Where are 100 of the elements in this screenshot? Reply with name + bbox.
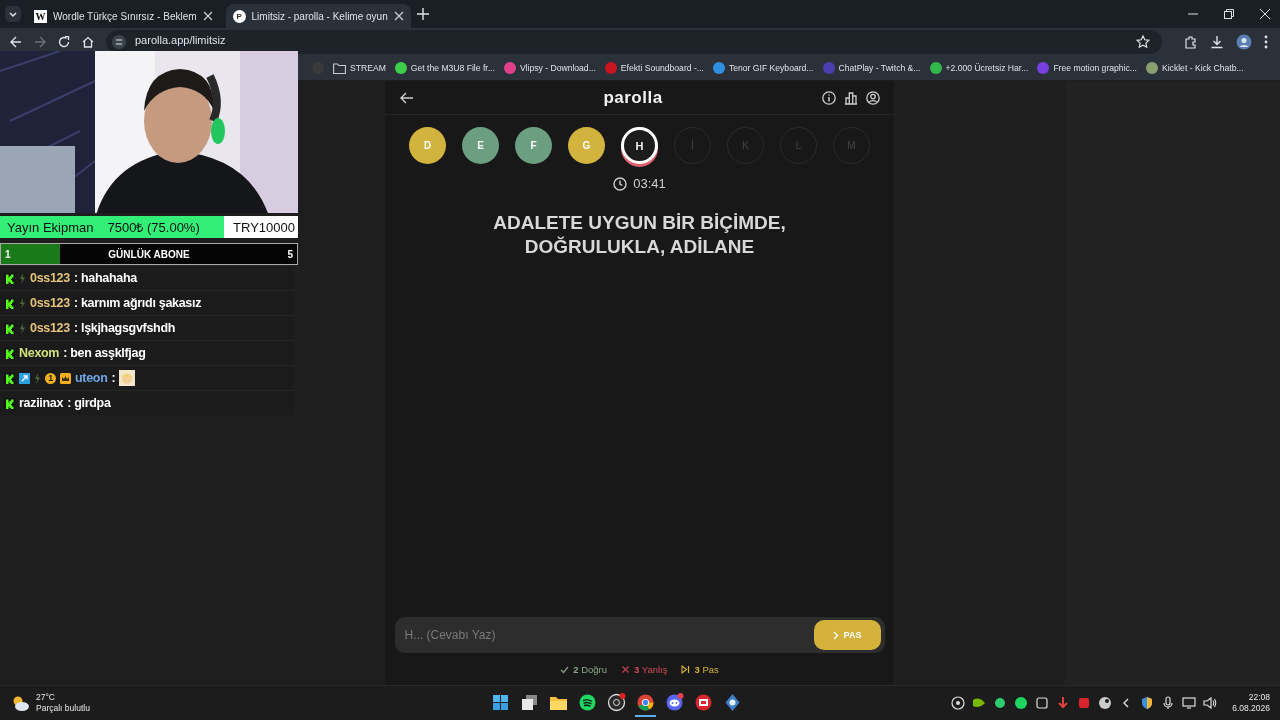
kick-badge-icon (4, 322, 15, 334)
bookmark[interactable]: Efekti Soundboard -... (604, 62, 704, 74)
bookmark-icon[interactable] (1145, 62, 1158, 74)
record-icon[interactable] (951, 696, 966, 710)
folder-icon[interactable] (333, 62, 346, 74)
chat-text: : (111, 371, 116, 385)
chevron-icon (832, 630, 839, 640)
favicon: W (34, 9, 47, 23)
tray-app-icon[interactable] (1077, 696, 1092, 710)
profile-icon[interactable] (866, 90, 880, 105)
bookmark[interactable]: ChatPlay - Twitch &... (822, 62, 921, 74)
close-icon[interactable] (1260, 9, 1270, 19)
download-icon[interactable] (1210, 35, 1224, 49)
bookmark[interactable]: STREAM (333, 62, 386, 74)
home-icon[interactable] (82, 36, 94, 48)
monitor-icon[interactable] (1182, 696, 1197, 710)
letter-circle: D (409, 127, 446, 164)
microphone-icon[interactable] (1161, 696, 1176, 710)
lightning-icon (19, 272, 26, 284)
letter-circle: H (621, 127, 658, 164)
goal-end: 5 (287, 248, 293, 260)
bookmark[interactable]: Free motion graphic... (1037, 62, 1137, 74)
clock-date: 6.08.2026 (1232, 703, 1270, 714)
steam-icon[interactable] (1098, 696, 1113, 710)
chat-text: : girdpa (67, 396, 111, 410)
bookmark[interactable]: Get the M3U8 File fr... (394, 62, 495, 74)
lightning-icon (19, 322, 26, 334)
bookmark-icon[interactable] (394, 62, 407, 74)
address-bar[interactable]: parolla.app/limitsiz (106, 30, 1162, 54)
tab-title: Limitsiz - parolla - Kelime oyun (251, 10, 388, 22)
bookmark[interactable]: +2.000 Ücretsiz Har... (929, 62, 1029, 74)
stat-text: 3 Pas (694, 664, 719, 675)
info-icon[interactable] (822, 90, 836, 105)
bookmark-icon[interactable] (929, 62, 942, 74)
goal-label: Yayın Ekipman (7, 219, 94, 235)
arrow-badge-icon (19, 372, 30, 384)
site-info-icon[interactable] (112, 35, 126, 49)
bookmark-icon[interactable] (712, 62, 725, 74)
close-icon[interactable] (393, 11, 404, 21)
goal-label: GÜNLÜK ABONE (108, 248, 190, 260)
extensions-icon[interactable] (1184, 35, 1198, 49)
chat-username: 0ss123 (30, 271, 70, 285)
temperature-text: 27°C (36, 692, 56, 703)
kick-badge-icon (4, 272, 15, 284)
chat-text: : hahahaha (73, 271, 137, 285)
tab-title: Wordle Türkçe Sınırsız - Beklem (53, 10, 197, 22)
bar-chart-icon[interactable] (844, 90, 858, 105)
weather-text: Parçalı bulutlu (36, 703, 90, 714)
kick-badge-icon (4, 372, 15, 384)
emote-icon (119, 370, 136, 386)
chat-username: 0ss123 (30, 296, 70, 310)
kick-badge-icon (4, 397, 15, 409)
clock-icon (613, 176, 628, 191)
question-text: ADALETE UYGUN BİR BİÇİMDE, DOĞRULUKLA, ADİLANE (492, 211, 787, 259)
bookmark[interactable]: Kicklet - Kick Chatb... (1145, 62, 1244, 74)
check-icon (560, 665, 570, 674)
restore-icon[interactable] (1224, 9, 1234, 19)
kick-badge-icon (4, 347, 15, 359)
tab-list-icon[interactable] (5, 6, 21, 22)
crown-badge-icon (60, 372, 71, 384)
shield-icon[interactable] (1140, 696, 1155, 710)
bookmark[interactable]: Tenor GIF Keyboard... (712, 62, 814, 74)
box-icon[interactable] (1035, 696, 1050, 710)
url-text: parolla.app/limitsiz (135, 34, 226, 46)
speaker-icon[interactable] (1203, 696, 1218, 710)
forward-icon[interactable] (34, 36, 46, 48)
new-tab-icon[interactable] (416, 8, 429, 20)
bookmark-star-icon[interactable] (1136, 35, 1150, 49)
letter-circle: F (515, 127, 552, 164)
bookmark-icon[interactable] (503, 62, 516, 74)
back-icon[interactable] (400, 91, 414, 104)
chat-username: uteon (75, 371, 108, 385)
arrow-down-icon[interactable] (1056, 696, 1071, 710)
menu-icon[interactable] (1264, 35, 1268, 49)
status-dot-icon[interactable] (993, 696, 1008, 710)
timer-text: 03:41 (633, 176, 666, 191)
lightning-icon (19, 297, 26, 309)
chat-username: 0ss123 (30, 321, 70, 335)
favicon: P (232, 9, 246, 23)
stat-text: 3 Yanlış (634, 664, 668, 675)
chat-text: : karnım ağrıdı şakasız (73, 296, 202, 310)
lightning-icon (34, 372, 41, 384)
reload-icon[interactable] (58, 36, 70, 48)
gift-count-badge: 1 (45, 372, 56, 384)
browser-tab[interactable]: P Limitsiz - parolla - Kelime oyun (225, 4, 411, 28)
chat-username: raziinax (19, 396, 64, 410)
cross-icon (621, 665, 630, 674)
browser-tab[interactable]: W Wordle Türkçe Sınırsız - Beklem (27, 4, 220, 28)
goal-amount: 7500₺ (75.00%) (107, 219, 200, 236)
stat-text: 2 Doğru (573, 664, 607, 675)
goal-start: 1 (5, 248, 11, 260)
skip-icon (681, 665, 691, 674)
back-icon[interactable] (10, 36, 22, 48)
profile-icon[interactable] (1236, 34, 1252, 50)
nvidia-icon[interactable] (972, 696, 987, 710)
kick-badge-icon (4, 297, 15, 309)
close-icon[interactable] (202, 11, 213, 21)
clock-time: 22:08 (1248, 692, 1270, 703)
spotify-icon[interactable] (1014, 696, 1029, 710)
bookmark[interactable]: Vlipsy - Download... (503, 62, 596, 74)
